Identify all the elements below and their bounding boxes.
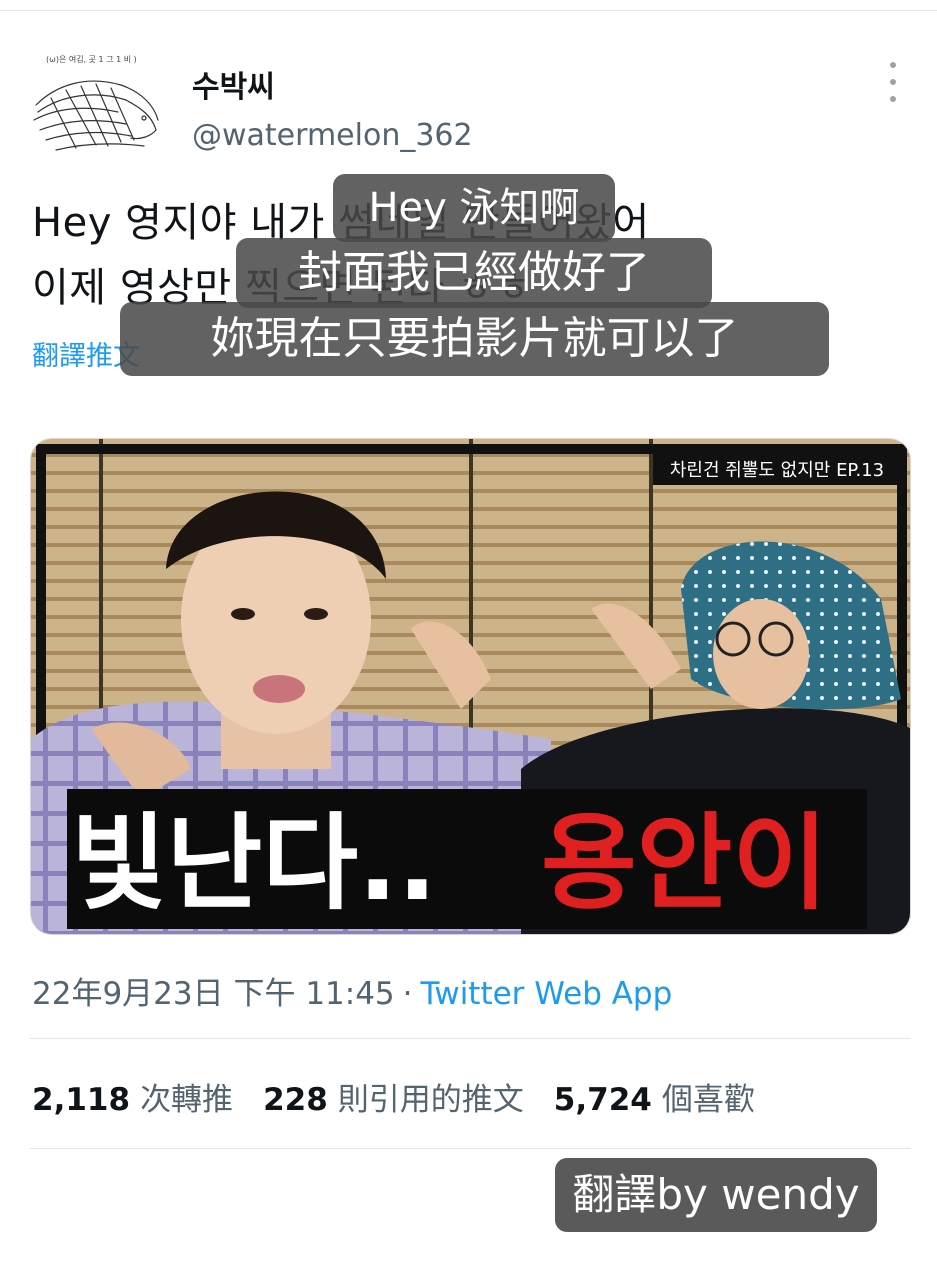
- timestamp-separator: ·: [402, 976, 413, 1012]
- subtitle-overlay-1: Hey 泳知啊: [333, 174, 615, 242]
- top-divider: [0, 10, 937, 11]
- likes-stat[interactable]: 5,724 個喜歡: [554, 1074, 755, 1119]
- retweets-stat[interactable]: 2,118 次轉推: [32, 1074, 233, 1119]
- tweet-stats: 2,118 次轉推 228 則引用的推文 5,724 個喜歡: [32, 1074, 755, 1119]
- tweet-timestamp-line: 22年9月23日 下午 11:45 · Twitter Web App: [32, 968, 672, 1013]
- retweets-label: 次轉推: [140, 1082, 234, 1118]
- quotes-label: 則引用的推文: [337, 1082, 524, 1118]
- more-options-icon[interactable]: [884, 62, 902, 102]
- quotes-stat[interactable]: 228 則引用的推文: [263, 1074, 524, 1119]
- quotes-count: 228: [263, 1082, 328, 1118]
- subtitle-overlay-3: 妳現在只要拍影片就可以了: [120, 302, 829, 376]
- tweet-media-thumbnail[interactable]: 차린건 쥐뿔도 없지만 EP.13 빛난다.. 용안이: [30, 438, 911, 935]
- thumbnail-caption-white: 빛난다..: [71, 802, 437, 924]
- likes-label: 個喜歡: [661, 1082, 755, 1118]
- user-avatar[interactable]: (ω)은 여김, 곳 1 그 1 비 ): [26, 50, 166, 160]
- avatar-sketch-image: (ω)은 여김, 곳 1 그 1 비 ): [33, 54, 159, 151]
- tweet-source-link[interactable]: Twitter Web App: [421, 976, 673, 1012]
- divider: [30, 1148, 911, 1149]
- user-handle[interactable]: @watermelon_362: [192, 118, 473, 153]
- display-name[interactable]: 수박씨: [192, 62, 275, 106]
- tweet-timestamp[interactable]: 22年9月23日 下午 11:45: [32, 976, 395, 1012]
- divider: [30, 1038, 911, 1039]
- episode-tag: 차린건 쥐뿔도 없지만 EP.13: [670, 460, 884, 481]
- avatar-caption: (ω)은 여김, 곳 1 그 1 비 ): [46, 54, 137, 64]
- retweets-count: 2,118: [32, 1082, 131, 1118]
- likes-count: 5,724: [553, 1082, 652, 1118]
- thumbnail-caption-red: 용안이: [541, 802, 828, 924]
- subtitle-overlay-2: 封面我已經做好了: [236, 238, 712, 308]
- translator-credit-overlay: 翻譯by wendy: [555, 1158, 877, 1232]
